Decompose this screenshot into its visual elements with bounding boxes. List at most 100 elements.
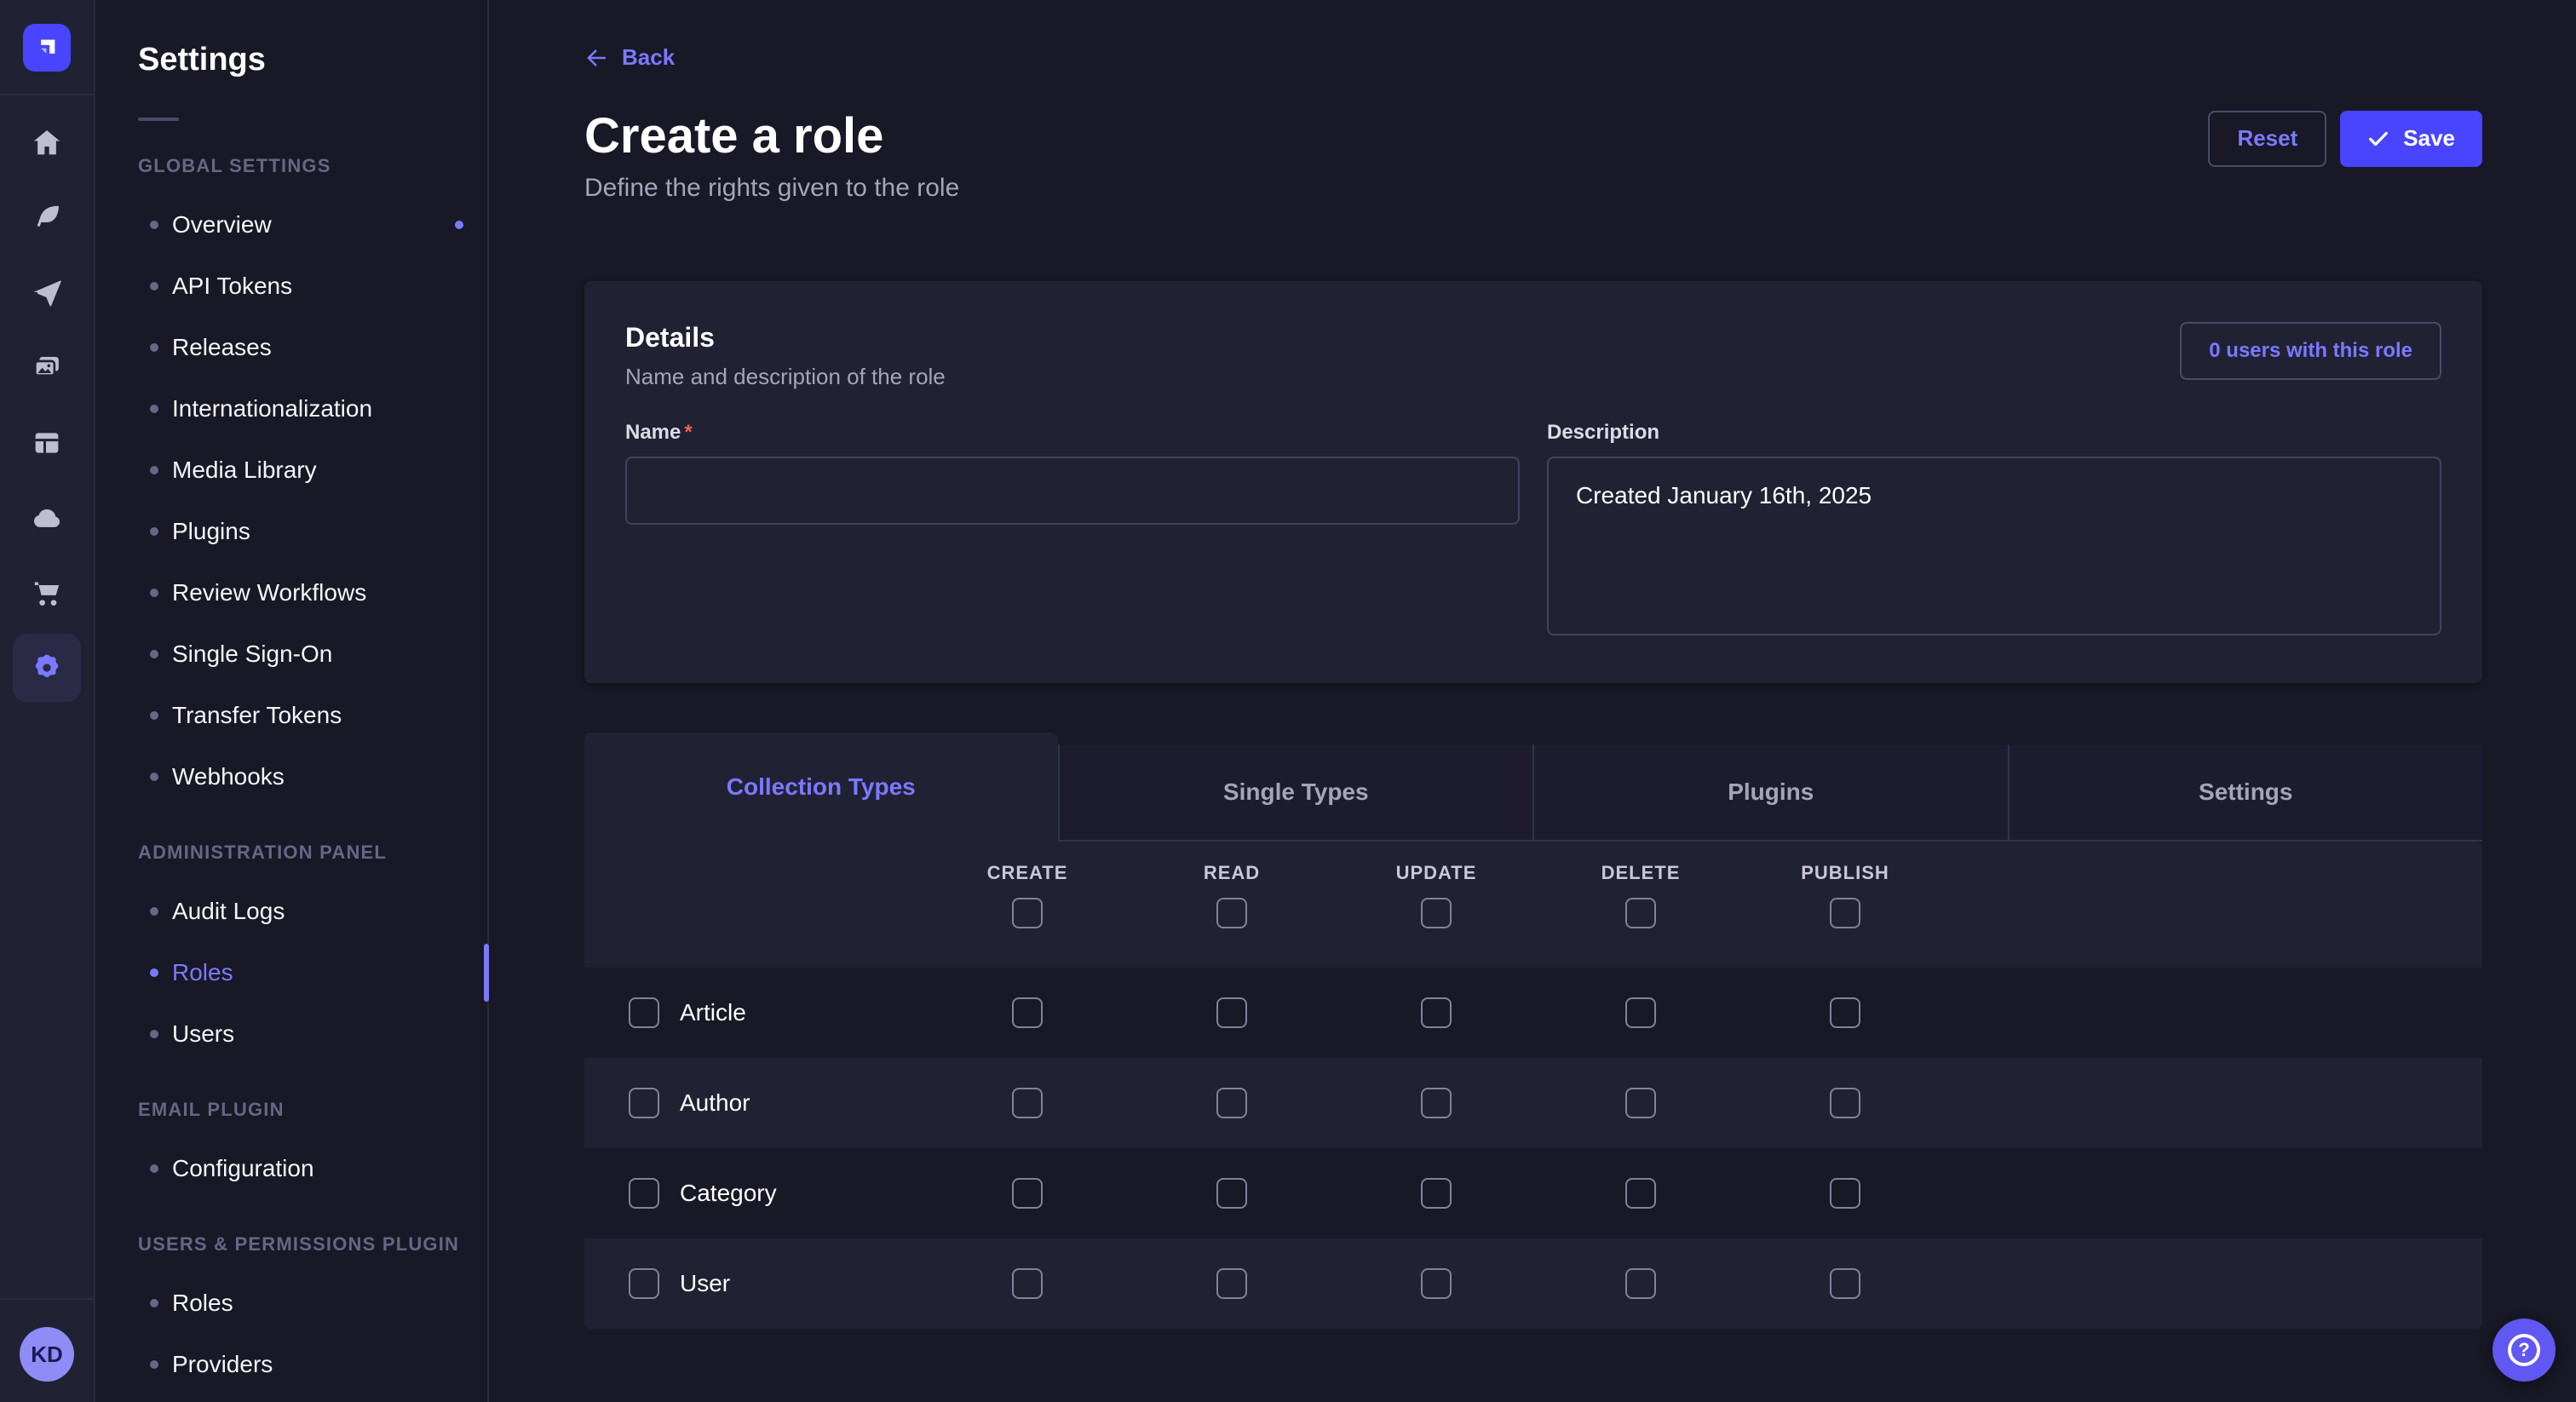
user-create-checkbox[interactable] (1012, 1268, 1043, 1299)
row-name-cell: User (584, 1268, 925, 1299)
name-input[interactable] (625, 457, 1520, 525)
help-button[interactable]: ? (2493, 1319, 2556, 1382)
settings-nav-item-configuration[interactable]: Configuration (95, 1138, 487, 1199)
content-type-name: Author (680, 1089, 750, 1117)
nav-item-label: Providers (172, 1351, 273, 1378)
category-create-checkbox[interactable] (1012, 1178, 1043, 1209)
perm-header-label-row: CREATEREADUPDATEDELETEPUBLISH (584, 862, 2482, 884)
settings-nav-item-roles[interactable]: Roles (95, 942, 487, 1003)
bullet-icon (150, 711, 158, 720)
nav-item-label: Configuration (172, 1155, 314, 1182)
settings-nav-item-api-tokens[interactable]: API Tokens (95, 256, 487, 317)
author-row-select-checkbox[interactable] (629, 1088, 659, 1118)
paper-plane-icon (30, 276, 64, 310)
description-textarea[interactable]: Created January 16th, 2025 (1547, 457, 2441, 635)
back-link[interactable]: Back (584, 44, 675, 71)
home-nav-button[interactable] (13, 109, 81, 177)
category-read-checkbox[interactable] (1216, 1178, 1247, 1209)
reset-button[interactable]: Reset (2208, 111, 2326, 167)
checkbox-cell (1743, 1268, 1947, 1299)
column-header-delete: DELETE (1538, 862, 1743, 884)
user-publish-checkbox[interactable] (1830, 1268, 1860, 1299)
nav-item-label: Transfer Tokens (172, 702, 342, 729)
nav-item-label: Webhooks (172, 763, 285, 790)
author-read-checkbox[interactable] (1216, 1088, 1247, 1118)
settings-nav-item-users[interactable]: Users (95, 1003, 487, 1065)
settings-nav-item-internationalization[interactable]: Internationalization (95, 378, 487, 440)
category-row-select-checkbox[interactable] (629, 1178, 659, 1209)
permission-row-author: Author (584, 1058, 2482, 1148)
tab-plugins[interactable]: Plugins (1532, 744, 2008, 842)
settings-nav-item-releases[interactable]: Releases (95, 317, 487, 378)
bullet-icon (150, 773, 158, 781)
select-all-create-checkbox[interactable] (1012, 898, 1043, 928)
permissions-tabs: Collection TypesSingle TypesPluginsSetti… (584, 733, 2482, 842)
home-icon (30, 126, 64, 160)
settings-nav-item-providers[interactable]: Providers (95, 1334, 487, 1395)
user-row-select-checkbox[interactable] (629, 1268, 659, 1299)
nav-item-label: Media Library (172, 457, 317, 484)
author-publish-checkbox[interactable] (1830, 1088, 1860, 1118)
user-update-checkbox[interactable] (1421, 1268, 1452, 1299)
page-title: Create a role (584, 107, 959, 165)
author-delete-checkbox[interactable] (1625, 1088, 1656, 1118)
select-all-delete-checkbox[interactable] (1625, 898, 1656, 928)
article-row-select-checkbox[interactable] (629, 997, 659, 1028)
author-update-checkbox[interactable] (1421, 1088, 1452, 1118)
tab-collection-types[interactable]: Collection Types (584, 733, 1058, 842)
article-delete-checkbox[interactable] (1625, 997, 1656, 1028)
save-button[interactable]: Save (2340, 111, 2482, 167)
permissions-table-rows: Article Author Category User (584, 968, 2482, 1329)
strapi-logo-icon[interactable] (23, 24, 71, 72)
help-icon: ? (2508, 1334, 2540, 1366)
rail-icon-list (13, 109, 81, 702)
category-publish-checkbox[interactable] (1830, 1178, 1860, 1209)
nav-section-label: ADMINISTRATION PANEL (95, 842, 487, 864)
marketplace-nav-button[interactable] (13, 559, 81, 627)
user-read-checkbox[interactable] (1216, 1268, 1247, 1299)
row-name-cell: Article (584, 997, 925, 1028)
settings-nav-item-single-sign-on[interactable]: Single Sign-On (95, 623, 487, 685)
checkbox-cell (1130, 1088, 1334, 1118)
release-nav-button[interactable] (13, 259, 81, 327)
author-create-checkbox[interactable] (1012, 1088, 1043, 1118)
tab-single-types[interactable]: Single Types (1058, 744, 1533, 842)
details-card-header: Details Name and description of the role… (625, 322, 2441, 390)
settings-nav-item-transfer-tokens[interactable]: Transfer Tokens (95, 685, 487, 746)
content-type-builder-nav-button[interactable] (13, 409, 81, 477)
row-name-cell: Category (584, 1178, 925, 1209)
user-delete-checkbox[interactable] (1625, 1268, 1656, 1299)
media-library-nav-button[interactable] (13, 334, 81, 402)
article-publish-checkbox[interactable] (1830, 997, 1860, 1028)
tab-settings[interactable]: Settings (2008, 744, 2483, 842)
article-read-checkbox[interactable] (1216, 997, 1247, 1028)
settings-nav-item-overview[interactable]: Overview (95, 194, 487, 256)
settings-nav-button[interactable] (13, 634, 81, 702)
settings-nav-item-roles[interactable]: Roles (95, 1273, 487, 1334)
settings-nav-item-webhooks[interactable]: Webhooks (95, 746, 487, 807)
back-label: Back (622, 44, 675, 71)
bullet-icon (150, 1360, 158, 1369)
select-all-update-checkbox[interactable] (1421, 898, 1452, 928)
category-delete-checkbox[interactable] (1625, 1178, 1656, 1209)
article-update-checkbox[interactable] (1421, 997, 1452, 1028)
users-with-role-button[interactable]: 0 users with this role (2180, 322, 2441, 380)
back-arrow-icon (584, 46, 608, 70)
select-all-publish-checkbox[interactable] (1830, 898, 1860, 928)
settings-nav-item-audit-logs[interactable]: Audit Logs (95, 881, 487, 942)
deployments-nav-button[interactable] (13, 484, 81, 552)
content-type-name: User (680, 1270, 730, 1297)
select-all-read-checkbox[interactable] (1216, 898, 1247, 928)
category-update-checkbox[interactable] (1421, 1178, 1452, 1209)
content-nav-button[interactable] (13, 184, 81, 252)
user-avatar[interactable]: KD (20, 1327, 74, 1382)
checkbox-cell (1743, 997, 1947, 1028)
settings-nav-item-media-library[interactable]: Media Library (95, 440, 487, 501)
settings-nav-item-review-workflows[interactable]: Review Workflows (95, 562, 487, 623)
description-label: Description (1547, 421, 2441, 445)
column-header-publish: PUBLISH (1743, 862, 1947, 884)
layout-icon (30, 426, 64, 460)
article-create-checkbox[interactable] (1012, 997, 1043, 1028)
app: KD Settings GLOBAL SETTINGSOverviewAPI T… (0, 0, 2576, 1402)
settings-nav-item-plugins[interactable]: Plugins (95, 501, 487, 562)
